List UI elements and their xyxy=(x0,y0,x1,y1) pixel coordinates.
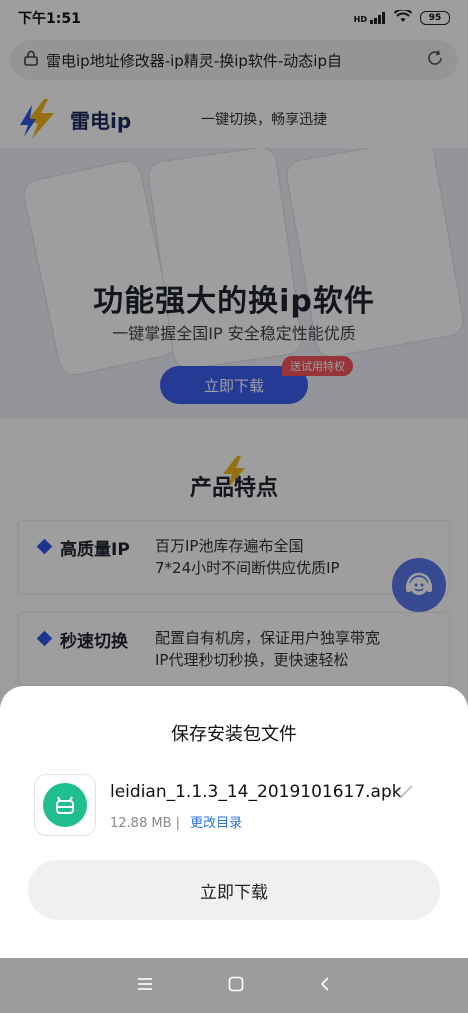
file-size: 12.88 MB xyxy=(110,816,172,831)
dialog-title: 保存安装包文件 xyxy=(171,724,297,745)
file-meta: 12.88 MB | 更改目录 xyxy=(110,812,242,831)
edit-pencil-icon[interactable] xyxy=(398,784,414,800)
download-button[interactable]: 立即下载 xyxy=(28,860,440,920)
change-directory-link[interactable]: 更改目录 xyxy=(190,816,242,831)
android-icon xyxy=(56,796,74,814)
system-nav-bar xyxy=(0,958,468,1013)
home-icon[interactable] xyxy=(228,976,244,996)
save-apk-dialog: 保存安装包文件 leidian_1.1.3_14_2019101617.apk … xyxy=(0,686,468,958)
apk-file-icon xyxy=(34,774,96,836)
menu-icon[interactable] xyxy=(137,976,153,995)
meta-separator: | xyxy=(175,816,181,831)
back-icon[interactable] xyxy=(319,976,331,996)
file-name: leidian_1.1.3_14_2019101617.apk xyxy=(110,782,402,802)
